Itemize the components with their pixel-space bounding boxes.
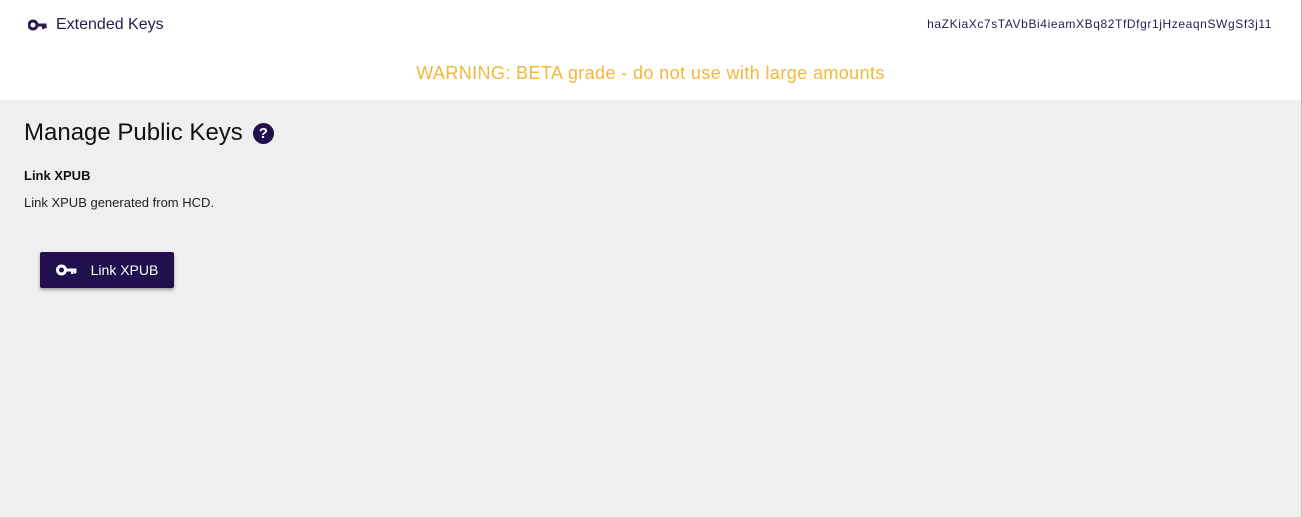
- heading-row: Manage Public Keys ?: [24, 118, 1274, 148]
- key-icon: [28, 19, 48, 31]
- account-id: haZKiaXc7sTAVbBi4ieamXBq82TfDfgr1jHzeaqn…: [927, 17, 1272, 31]
- section-title: Link XPUB: [24, 168, 91, 183]
- beta-warning: WARNING: BETA grade - do not use with la…: [416, 63, 885, 83]
- help-icon[interactable]: ?: [252, 122, 274, 144]
- main-content: Manage Public Keys ? Link XPUB Link XPUB…: [24, 100, 1274, 210]
- key-icon: [55, 264, 78, 276]
- top-bar: Extended Keys haZKiaXc7sTAVbBi4ieamXBq82…: [0, 0, 1301, 100]
- app-title-label: Extended Keys: [56, 16, 164, 33]
- page: Extended Keys haZKiaXc7sTAVbBi4ieamXBq82…: [0, 0, 1302, 517]
- app-title[interactable]: Extended Keys: [28, 14, 164, 36]
- page-title: Manage Public Keys: [24, 119, 243, 146]
- link-xpub-button-label: Link XPUB: [90, 262, 159, 278]
- section-description: Link XPUB generated from HCD.: [24, 195, 215, 210]
- link-xpub-button[interactable]: Link XPUB: [40, 252, 174, 288]
